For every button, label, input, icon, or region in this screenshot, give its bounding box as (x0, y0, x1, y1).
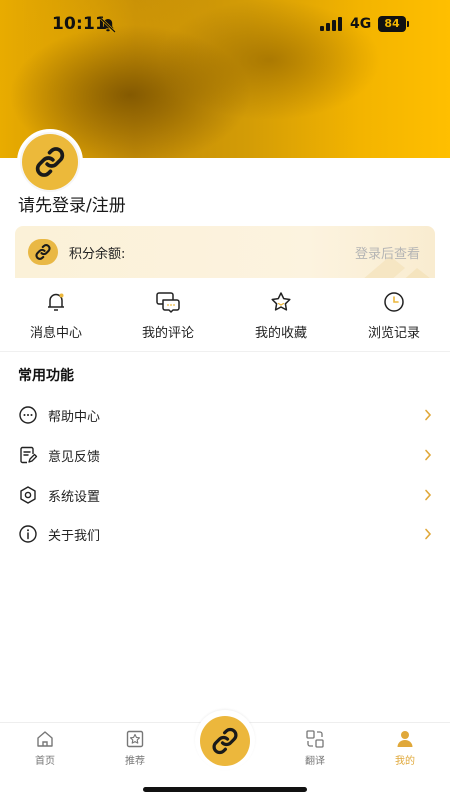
chevron-right-icon (425, 528, 432, 540)
menu-item-about[interactable]: 关于我们 (0, 514, 450, 554)
menu-item-help[interactable]: 帮助中心 (0, 395, 450, 435)
quick-links: 消息中心 我的评论 我的收藏 浏览记录 (0, 278, 450, 352)
menu-label: 关于我们 (48, 529, 101, 544)
clock-icon (384, 292, 404, 312)
menu-item-feedback[interactable]: 意见反馈 (0, 435, 450, 475)
menu-label: 系统设置 (48, 490, 101, 505)
profile-icon (397, 731, 413, 747)
quick-label: 我的评论 (141, 326, 194, 341)
star-icon (271, 292, 291, 311)
dots-chat-icon (19, 406, 37, 424)
quick-item-history[interactable]: 浏览记录 (338, 288, 450, 348)
tab-home[interactable]: 首页 (0, 729, 90, 767)
battery-icon: 84 (378, 16, 406, 32)
quick-label: 浏览记录 (367, 326, 420, 341)
avatar-link-badge (22, 134, 78, 190)
tab-recommend[interactable]: 推荐 (90, 729, 180, 767)
settings-icon (20, 486, 36, 504)
tab-profile[interactable]: 我的 (360, 729, 450, 767)
quick-item-messages[interactable]: 消息中心 (0, 288, 112, 348)
center-link-button[interactable] (200, 716, 250, 766)
points-balance-label: 积分余额: (69, 247, 126, 262)
signal-icon (320, 17, 342, 31)
menu-item-settings[interactable]: 系统设置 (0, 475, 450, 515)
link-icon (35, 244, 51, 260)
login-register-link[interactable]: 请先登录/注册 (18, 191, 126, 216)
quick-item-favorites[interactable]: 我的收藏 (225, 288, 337, 348)
avatar[interactable] (17, 129, 83, 195)
tab-translate[interactable]: 翻译 (270, 729, 360, 767)
quick-item-comments[interactable]: 我的评论 (112, 288, 224, 348)
tab-label: 首页 (35, 756, 55, 767)
comment-icon (156, 292, 180, 313)
status-bar: 10:11 4G 84 (0, 0, 450, 50)
link-icon (212, 727, 238, 755)
home-indicator (143, 787, 307, 792)
tab-label: 我的 (395, 756, 415, 767)
home-icon (37, 731, 53, 747)
bell-icon (48, 293, 64, 311)
quick-label: 消息中心 (29, 326, 82, 341)
tab-label: 推荐 (125, 756, 145, 767)
chevron-right-icon (425, 449, 432, 461)
network-type: 4G (350, 16, 372, 32)
menu-label: 意见反馈 (48, 450, 101, 465)
section-title: 常用功能 (18, 368, 74, 384)
quick-label: 我的收藏 (254, 326, 307, 341)
link-icon (35, 147, 65, 177)
translate-icon (306, 730, 324, 748)
battery-cap (407, 21, 409, 27)
feedback-icon (20, 446, 38, 464)
menu-label: 帮助中心 (48, 410, 101, 425)
chevron-right-icon (425, 409, 432, 421)
points-badge (28, 239, 58, 265)
points-login-hint: 登录后查看 (354, 247, 420, 262)
recommend-icon (126, 730, 144, 748)
bell-muted-icon (100, 17, 116, 33)
info-icon (19, 525, 37, 543)
chevron-right-icon (425, 489, 432, 501)
tab-label: 翻译 (305, 756, 325, 767)
points-card[interactable]: 积分余额: 登录后查看 (15, 226, 435, 278)
